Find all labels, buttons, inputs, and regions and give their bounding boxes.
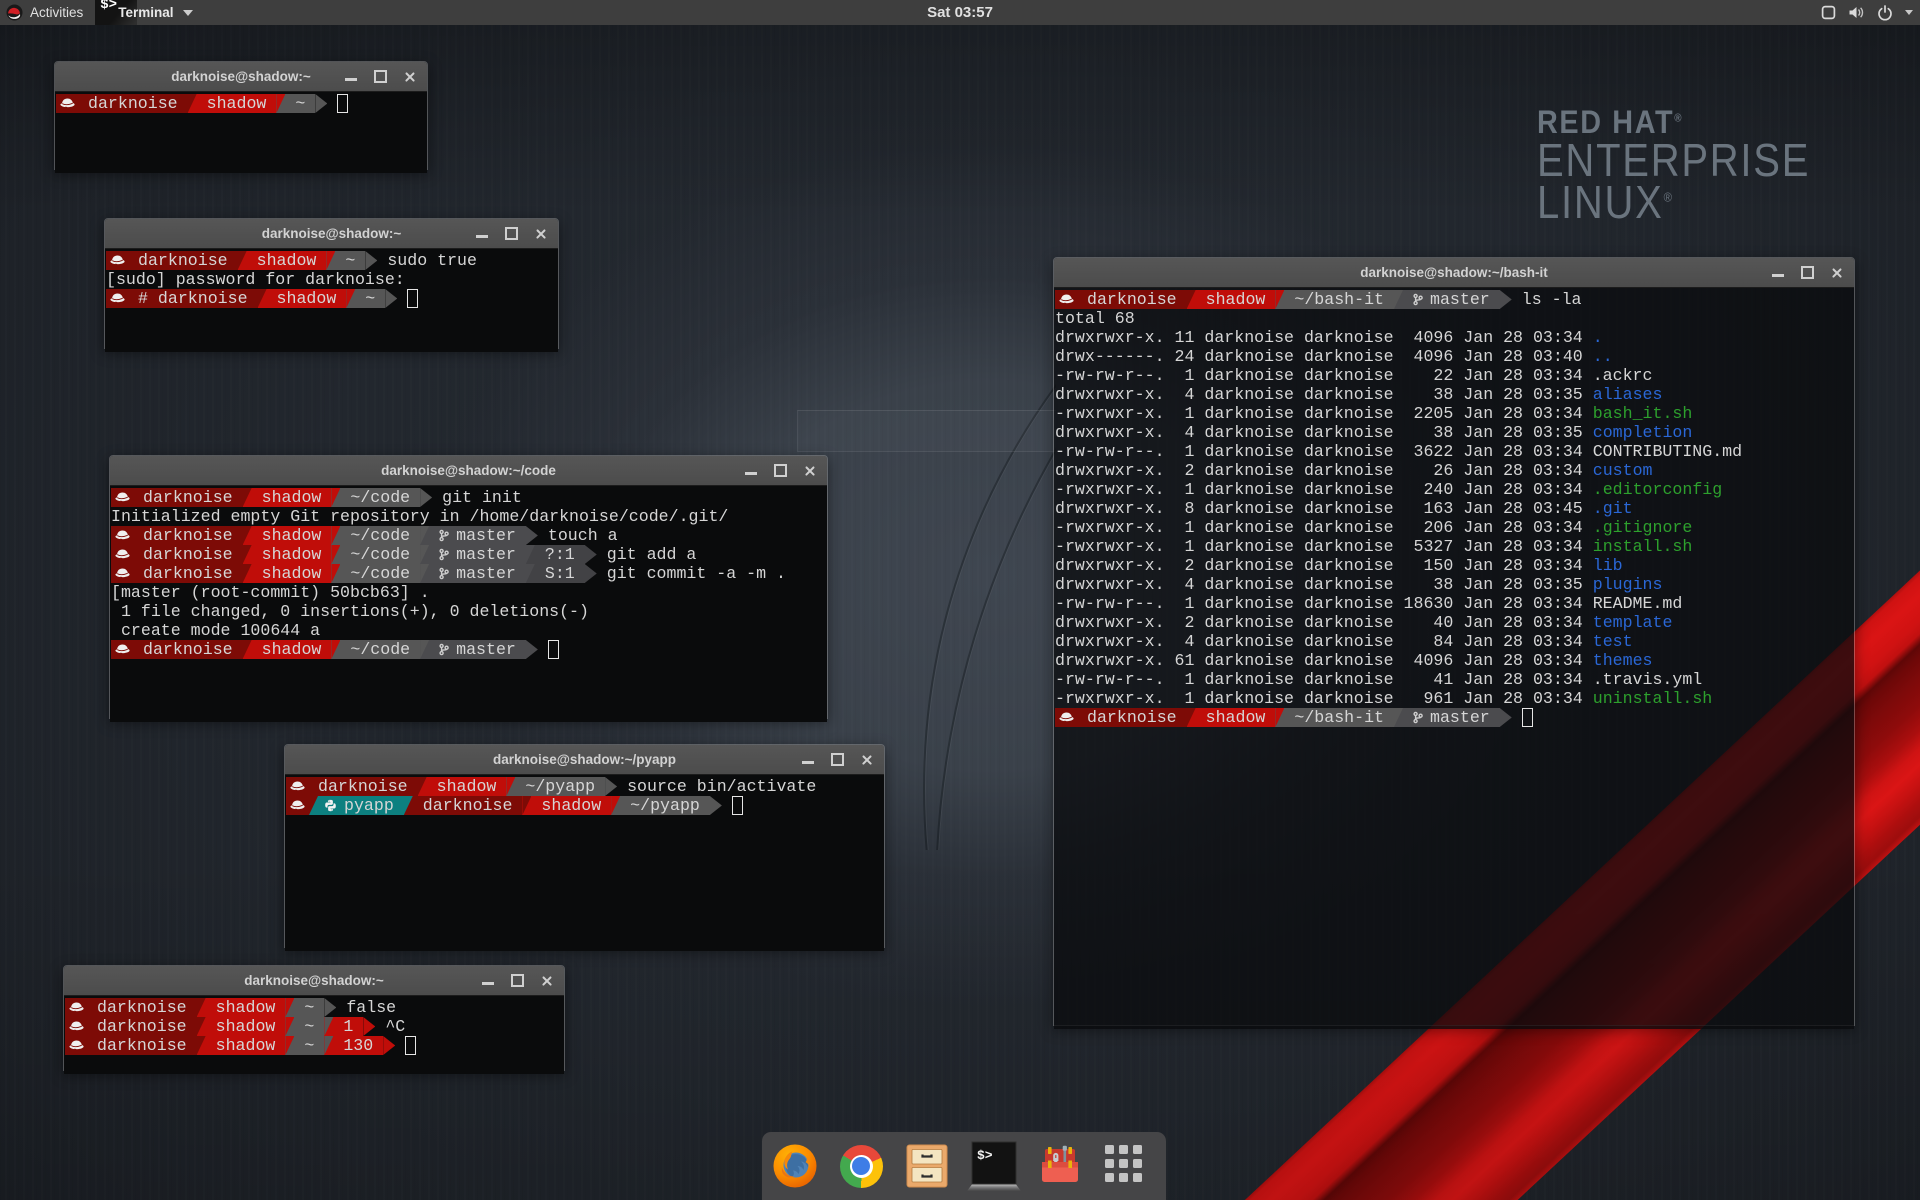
svg-text:$>: $> <box>977 1148 993 1163</box>
